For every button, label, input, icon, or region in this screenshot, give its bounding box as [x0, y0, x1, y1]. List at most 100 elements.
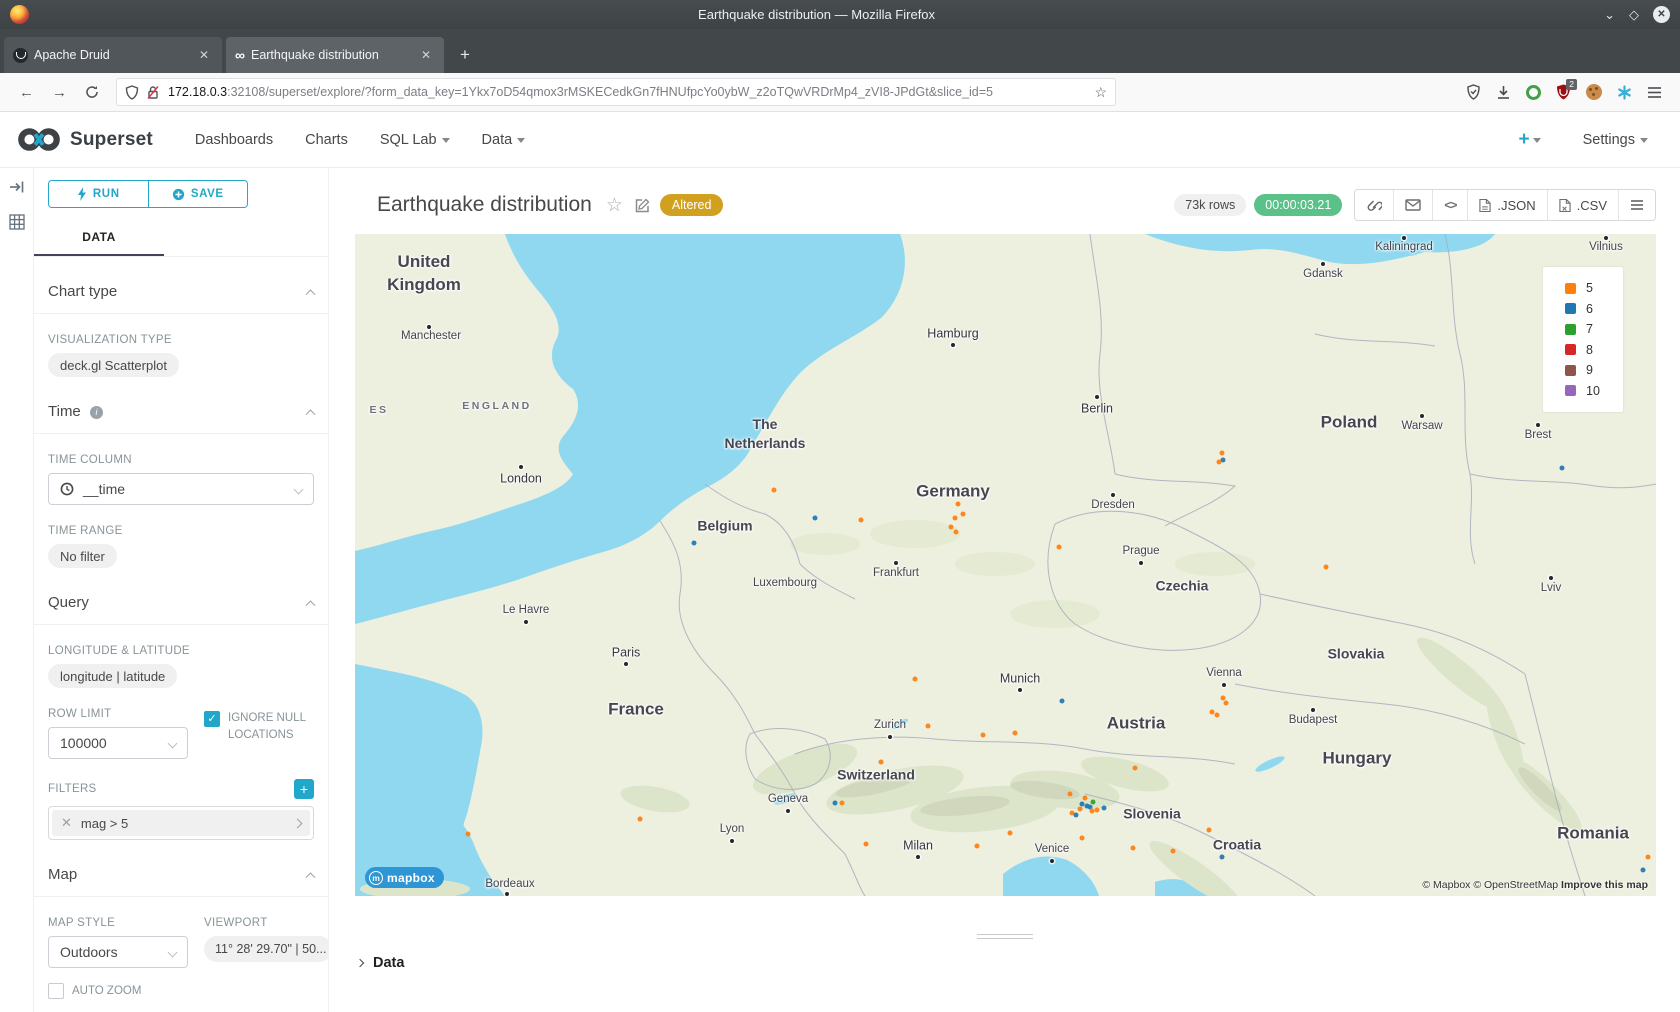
insecure-lock-icon[interactable] [146, 85, 160, 100]
tab-close-icon[interactable]: ✕ [417, 46, 435, 64]
time-range-value[interactable]: No filter [48, 544, 117, 568]
nav-dashboards[interactable]: Dashboards [195, 132, 273, 148]
legend-label: 10 [1586, 384, 1600, 398]
forward-button[interactable]: → [43, 84, 76, 101]
filter-chip[interactable]: ✕ mag > 5 [52, 810, 310, 836]
section-time[interactable]: Time i [34, 403, 328, 434]
improve-map-link[interactable]: Improve this map [1561, 879, 1648, 891]
earthquake-point [813, 516, 818, 521]
nav-sql-lab[interactable]: SQL Lab [380, 132, 450, 148]
city-dot [1536, 423, 1540, 427]
window-maximize-button[interactable]: ◇ [1629, 8, 1639, 21]
protections-shield-icon[interactable] [1466, 84, 1481, 100]
chart-header: Earthquake distribution ☆ Altered 73k ro… [329, 168, 1680, 234]
export-json-button[interactable]: .JSON [1467, 190, 1546, 220]
plus-circle-icon [172, 188, 185, 201]
url-host: 172.18.0.3 [168, 85, 227, 99]
tab-apache-druid[interactable]: Apache Druid ✕ [4, 37, 222, 73]
row-limit-select[interactable]: 100000 [48, 727, 188, 759]
map-style-label: MAP STYLE [48, 917, 188, 929]
legend-label: 8 [1586, 343, 1593, 357]
legend-entry: 10 [1565, 381, 1623, 402]
tab-earthquake-distribution[interactable]: ∞ Earthquake distribution ✕ [226, 37, 444, 73]
extension-green-icon[interactable] [1526, 85, 1541, 100]
window-title: Earthquake distribution — Mozilla Firefo… [29, 7, 1604, 22]
copy-link-button[interactable] [1355, 190, 1393, 220]
add-filter-button[interactable]: + [294, 779, 314, 799]
asterisk-extension-icon[interactable] [1617, 85, 1632, 100]
resize-handle[interactable] [977, 934, 1033, 939]
city-dot [1604, 236, 1608, 240]
earthquake-point [1095, 808, 1100, 813]
legend-swatch [1565, 283, 1576, 294]
section-query[interactable]: Query [34, 594, 328, 625]
superset-logo[interactable]: Superset [16, 126, 153, 153]
menu-button[interactable] [1647, 86, 1662, 99]
new-tab-button[interactable]: + [448, 45, 482, 73]
map-style-select[interactable]: Outdoors [48, 936, 188, 968]
edit-properties-icon[interactable] [635, 198, 650, 213]
auto-zoom-checkbox[interactable]: AUTO ZOOM [48, 982, 188, 1000]
settings-menu[interactable]: Settings [1583, 132, 1648, 148]
window-minimize-button[interactable]: ⌄ [1604, 8, 1615, 21]
tracking-shield-icon[interactable] [125, 85, 139, 100]
mapbox-attribution-link[interactable]: © Mapbox [1422, 879, 1473, 891]
window-close-button[interactable]: ✕ [1653, 6, 1670, 23]
ublock-icon[interactable]: 2 [1556, 84, 1571, 100]
time-column-select[interactable]: __time [48, 473, 314, 505]
city-dot [505, 892, 509, 896]
city-dot [1095, 395, 1099, 399]
city-dot [1111, 493, 1115, 497]
osm-attribution-link[interactable]: © OpenStreetMap [1473, 879, 1561, 891]
legend-label: 7 [1586, 322, 1593, 336]
earthquake-point [1646, 855, 1651, 860]
chevron-up-icon [306, 289, 316, 299]
viz-type-value[interactable]: deck.gl Scatterplot [48, 353, 179, 377]
more-options-button[interactable] [1618, 190, 1655, 220]
deckgl-scatterplot-map[interactable]: United KingdomManchesterENGLANDESLondonL… [355, 234, 1656, 896]
earthquake-point [1013, 731, 1018, 736]
chart-title: Earthquake distribution [377, 193, 592, 217]
new-item-button[interactable]: + [1518, 129, 1540, 151]
earthquake-point [466, 832, 471, 837]
cookie-extension-icon[interactable] [1586, 84, 1602, 100]
brand-text: Superset [70, 129, 153, 151]
save-button[interactable]: SAVE [148, 181, 248, 207]
lonlat-value[interactable]: longitude | latitude [48, 664, 177, 688]
tab-close-icon[interactable]: ✕ [195, 46, 213, 64]
datasource-grid-icon[interactable] [9, 214, 25, 230]
legend-swatch [1565, 344, 1576, 355]
reload-button[interactable] [76, 85, 108, 99]
section-chart-type[interactable]: Chart type [34, 283, 328, 314]
earthquake-point [1215, 713, 1220, 718]
run-button[interactable]: RUN [49, 181, 148, 207]
download-icon[interactable] [1496, 85, 1511, 100]
remove-filter-icon[interactable]: ✕ [61, 815, 72, 831]
embed-code-button[interactable]: <> [1432, 190, 1467, 220]
section-map[interactable]: Map [34, 866, 328, 897]
earthquake-point [1133, 766, 1138, 771]
ignore-null-checkbox[interactable]: ✓ IGNORE NULL LOCATIONS [204, 710, 314, 744]
back-button[interactable]: ← [10, 84, 43, 101]
tab-title: Earthquake distribution [251, 48, 411, 62]
ublock-badge: 2 [1566, 79, 1577, 90]
data-panel-toggle[interactable]: Data [357, 955, 1680, 971]
tab-data[interactable]: DATA [34, 222, 164, 256]
viewport-value[interactable]: 11° 28' 29.70" | 50... [204, 936, 329, 962]
chevron-down-icon [168, 738, 178, 748]
hamburger-icon [1630, 199, 1644, 211]
url-input[interactable]: 172.18.0.3 :32108/superset/explore/?form… [116, 78, 1116, 106]
bookmark-star-icon[interactable]: ☆ [1094, 84, 1107, 101]
city-dot [519, 465, 523, 469]
favorite-star-icon[interactable]: ☆ [606, 194, 623, 217]
altered-badge: Altered [660, 194, 724, 216]
email-button[interactable] [1393, 190, 1432, 220]
earthquake-point [1224, 701, 1229, 706]
export-csv-button[interactable]: .CSV [1547, 190, 1618, 220]
earthquake-point [913, 677, 918, 682]
mapbox-logo[interactable]: m mapbox [365, 867, 444, 888]
city-dot [624, 662, 628, 666]
collapse-panel-icon[interactable] [9, 180, 25, 194]
nav-charts[interactable]: Charts [305, 132, 348, 148]
nav-data[interactable]: Data [482, 132, 526, 148]
